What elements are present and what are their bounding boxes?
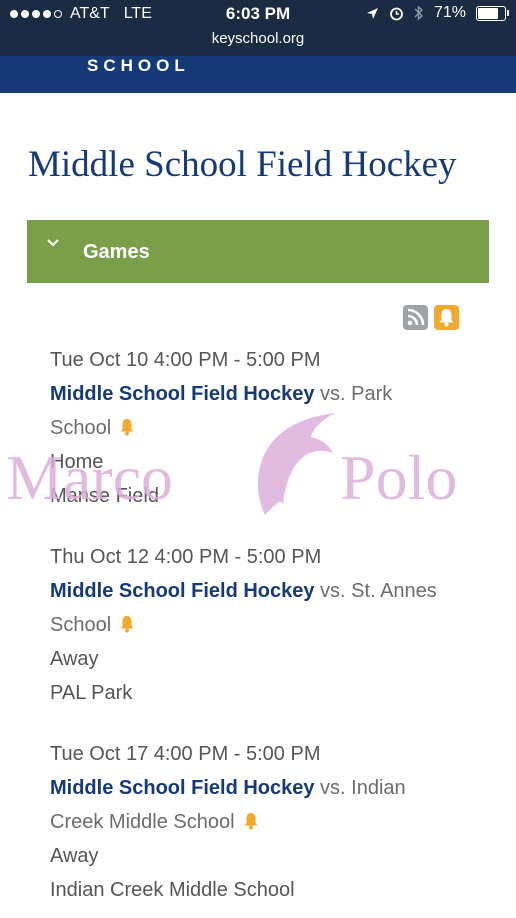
bell-icon[interactable] — [117, 611, 137, 645]
event-home-away: Away — [50, 648, 99, 670]
event-opponent-cont: School — [50, 417, 112, 439]
bell-icon[interactable] — [117, 414, 137, 448]
alarm-clock-icon — [390, 7, 403, 20]
event-home-away: Away — [50, 845, 99, 867]
battery-icon — [476, 5, 509, 21]
games-section-label: Games — [83, 241, 150, 263]
bluetooth-icon — [414, 5, 423, 21]
address-bar-url[interactable]: keyschool.org — [0, 30, 516, 47]
games-accordion-header[interactable]: Games — [27, 220, 489, 283]
event-location: PAL Park — [50, 682, 133, 704]
event-datetime: Tue Oct 10 4:00 PM - 5:00 PM — [50, 349, 321, 371]
chevron-down-icon — [47, 234, 59, 252]
event-opponent: vs. St. Annes — [314, 580, 437, 602]
event-datetime: Tue Oct 17 4:00 PM - 5:00 PM — [50, 743, 321, 765]
event-opponent-cont: Creek Middle School — [50, 811, 235, 833]
site-logo-text[interactable]: SCHOOL — [87, 56, 190, 76]
event-datetime: Thu Oct 12 4:00 PM - 5:00 PM — [50, 546, 322, 568]
event-item: Tue Oct 10 4:00 PM - 5:00 PM Middle Scho… — [50, 343, 490, 513]
site-header: SCHOOL — [0, 56, 516, 93]
event-opponent: vs. Indian — [314, 777, 406, 799]
location-arrow-icon — [366, 7, 378, 19]
event-item: Tue Oct 17 4:00 PM - 5:00 PM Middle Scho… — [50, 737, 490, 907]
bell-icon[interactable] — [241, 808, 261, 842]
status-bar: AT&T LTE 6:03 PM 71% keyschool.org — [0, 0, 516, 56]
event-item: Thu Oct 12 4:00 PM - 5:00 PM Middle Scho… — [50, 540, 490, 710]
bell-icon[interactable] — [434, 305, 459, 330]
event-location: Manse Field — [50, 485, 159, 507]
event-location: Indian Creek Middle School — [50, 879, 295, 901]
event-title-link[interactable]: Middle School Field Hockey — [50, 580, 315, 602]
event-home-away: Home — [50, 451, 104, 473]
event-opponent: vs. Park — [314, 383, 393, 405]
event-title-link[interactable]: Middle School Field Hockey — [50, 777, 315, 799]
battery-percent: 71% — [433, 4, 466, 21]
page-title: Middle School Field Hockey — [28, 144, 457, 185]
feed-icons — [403, 305, 459, 330]
event-opponent-cont: School — [50, 614, 112, 636]
event-title-link[interactable]: Middle School Field Hockey — [50, 383, 315, 405]
rss-icon[interactable] — [403, 305, 428, 330]
